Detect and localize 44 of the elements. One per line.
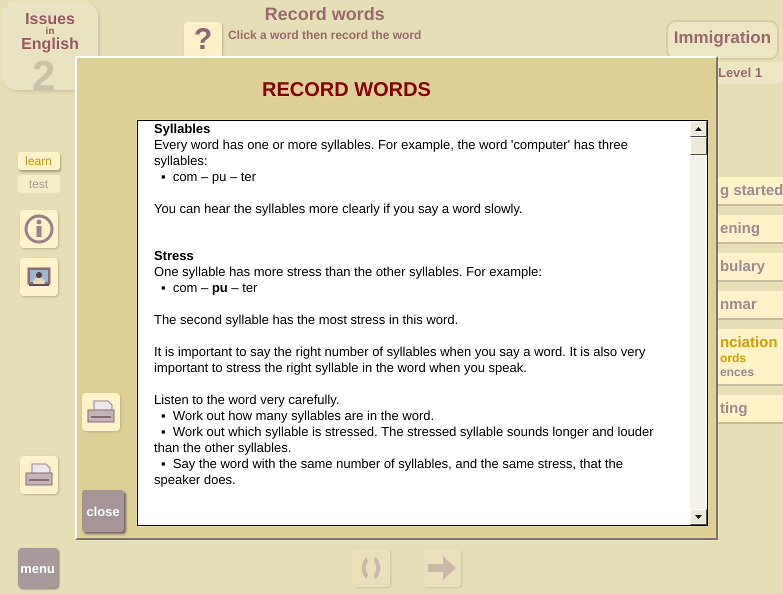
nav-item[interactable]: nciation [720,334,783,351]
bullet-item: ▪ com – pu – ter [160,280,258,296]
paragraph: The second syllable has the most stress in this word. [154,312,460,328]
section-heading: Stress [154,248,195,264]
paragraph: One syllable has more stress than the other syllables. For example: [154,264,544,280]
up-arrow-icon [695,127,702,131]
menu-button[interactable]: menu [18,548,58,588]
dialog-title: RECORD WORDS [262,78,431,102]
paragraph: Every word has one or more syllables. For example, the word 'computer' has three syllables: [154,137,629,169]
section-heading: Syllables [154,121,212,137]
scroll-up-button[interactable] [690,121,707,137]
scroll-thumb[interactable] [690,137,707,155]
scrollbar[interactable] [690,121,707,525]
mode-tab[interactable]: learn [18,152,60,170]
instruction-text: Click a word then record the word [228,28,422,42]
refresh-icon [359,555,383,581]
topic-tab[interactable]: Immigration [666,20,779,60]
nav-subitem[interactable]: ords [720,351,783,365]
scroll-down-button[interactable] [690,509,707,525]
printer-icon [87,400,115,424]
help-button[interactable]: ? [184,22,222,58]
bullet-item: ▪ Work out how many syllables are in the word. [160,408,436,424]
paragraph: It is important to say the right number of syllables when you say a word. It is also very important to stress the right syllable in the word when you speak. [154,344,646,376]
logo-text: English [21,37,79,52]
bullet-item: ▪ com – pu – ter [160,169,257,185]
printer-icon [24,463,52,487]
paragraph: Listen to the word very carefully. [154,392,340,408]
nav-subitem[interactable]: ences [720,365,783,379]
arrow-right-icon [427,554,457,582]
down-arrow-icon [695,515,702,519]
paragraph: You can hear the syllables more clearly if you say a word slowly. [154,201,524,217]
close-button[interactable]: close [82,490,124,532]
print-button[interactable] [82,393,120,431]
bullet-item: ▪ Work out which syllable is stressed. The stressed syllable sounds longer and louder than the other syllables. [154,424,655,456]
monitor-icon [26,267,50,287]
mode-tab[interactable]: test [18,175,60,193]
info-icon [22,213,54,245]
video-button[interactable] [20,258,58,296]
logo-text: Issues [25,12,75,27]
bullet-item: ▪ Say the word with the same number of syllables, and the same stress, that the speaker does. [154,456,624,488]
info-button[interactable] [20,210,58,248]
print-button[interactable] [20,456,58,494]
logo-text: in [46,27,54,37]
page-title: Record words [264,4,385,25]
